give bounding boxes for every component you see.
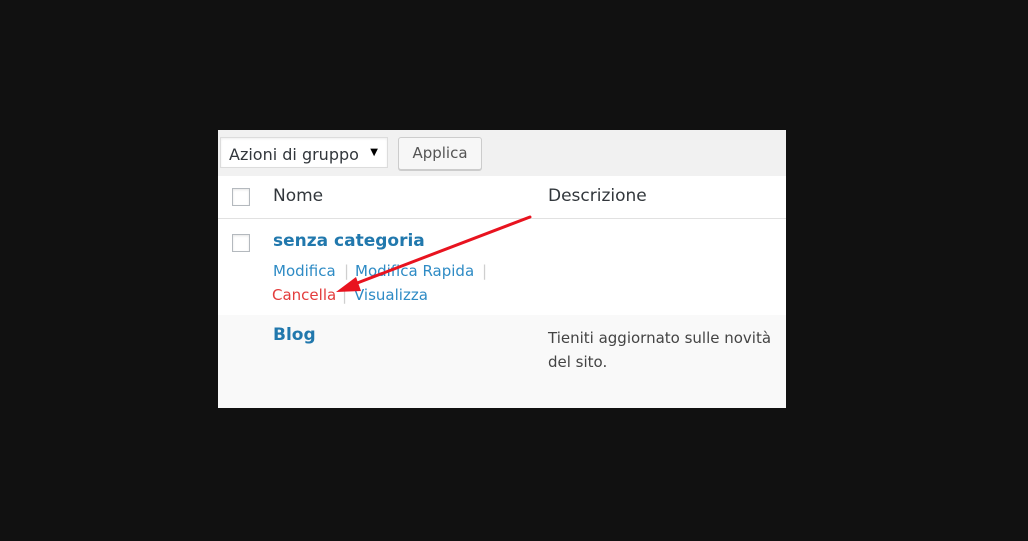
delete-link[interactable]: Cancella (272, 286, 336, 304)
category-description: Tieniti aggiornato sulle novità del sito… (548, 329, 772, 371)
column-header-description[interactable]: Descrizione (548, 186, 647, 206)
bulk-actions-toolbar: Azioni di gruppo ▼ Applica (218, 130, 786, 176)
table-row: senza categoria Modifica | Modifica Rapi… (218, 219, 786, 315)
category-name-link[interactable]: Blog (273, 325, 316, 345)
action-separator: | (342, 286, 348, 304)
action-separator: | (344, 262, 350, 280)
apply-button[interactable]: Applica (398, 137, 482, 170)
category-name-link[interactable]: senza categoria (273, 231, 425, 251)
quick-edit-link[interactable]: Modifica Rapida (355, 262, 474, 280)
categories-panel: Azioni di gruppo ▼ Applica Nome Descrizi… (218, 130, 786, 408)
row-checkbox[interactable] (232, 234, 250, 252)
select-all-checkbox[interactable] (232, 188, 250, 206)
dropdown-arrow-icon: ▼ (370, 147, 378, 158)
categories-table: Nome Descrizione senza categoria Modific… (218, 176, 786, 408)
edit-link[interactable]: Modifica (273, 262, 336, 280)
table-header: Nome Descrizione (218, 176, 786, 219)
action-separator: | (482, 262, 488, 280)
bulk-actions-select[interactable]: Azioni di gruppo ▼ (220, 137, 388, 168)
view-link[interactable]: Visualizza (354, 286, 428, 304)
table-row: Blog Tieniti aggiornato sulle novità del… (218, 315, 786, 408)
column-header-name[interactable]: Nome (273, 186, 323, 206)
bulk-actions-select-value: Azioni di gruppo (229, 145, 359, 164)
